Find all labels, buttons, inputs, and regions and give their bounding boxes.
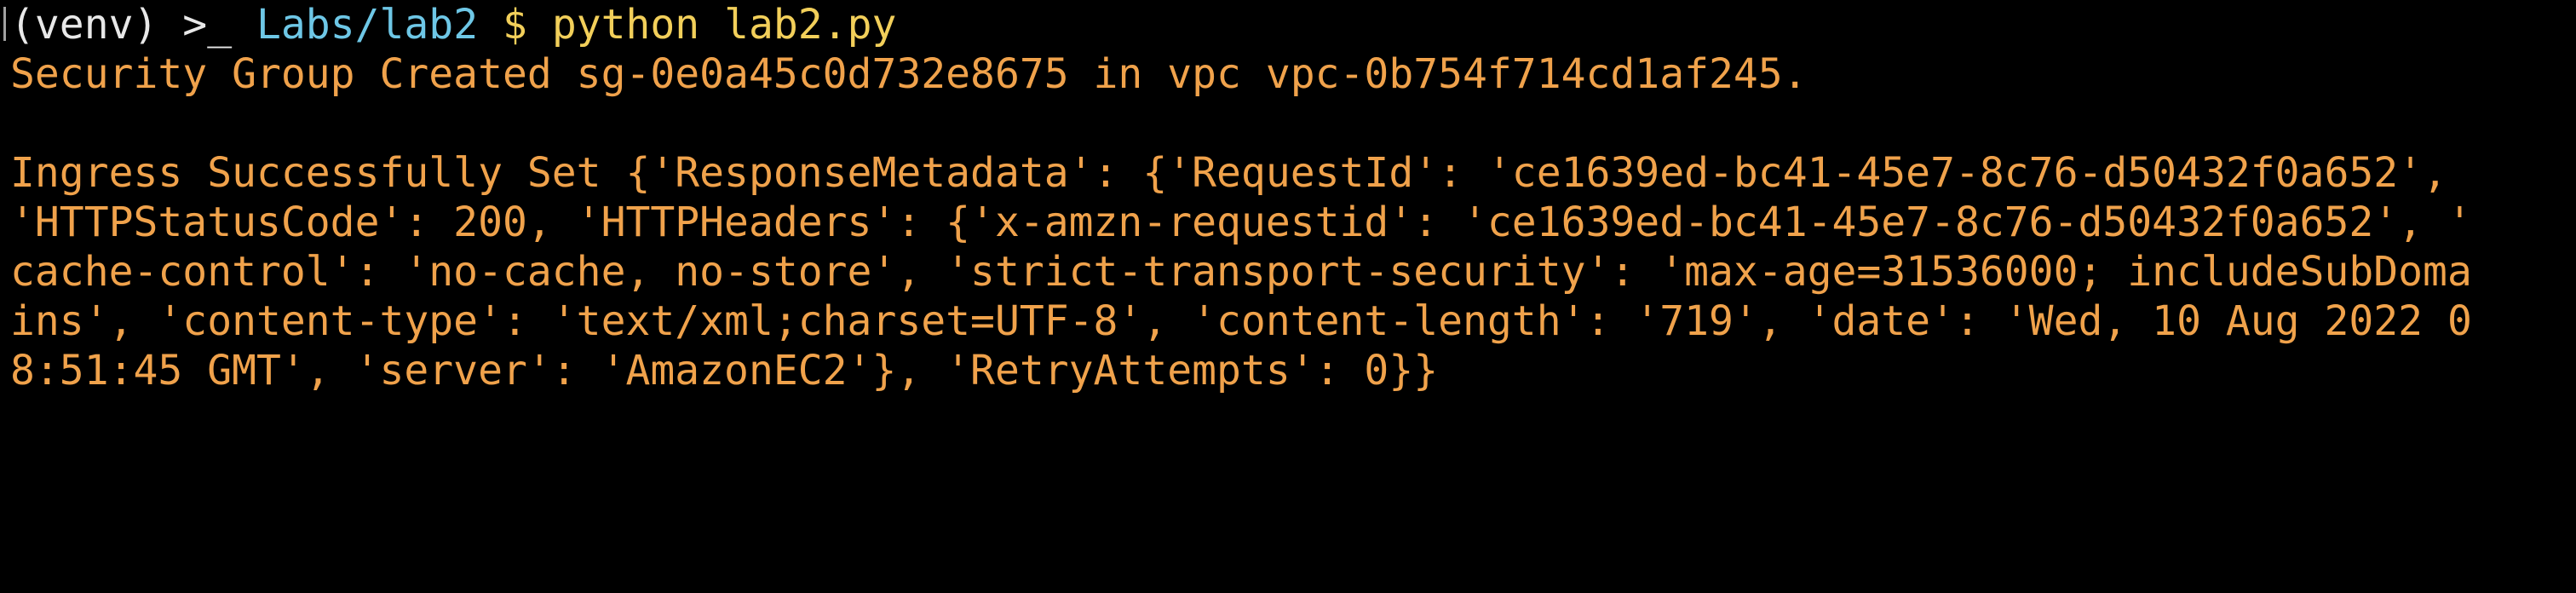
prompt-dollar: $ [503,1,527,49]
prompt-icon: >_ [182,1,233,49]
output-line-ingress-cont-1: 'HTTPStatusCode': 200, 'HTTPHeaders': {'… [10,199,2472,246]
output-line-ingress-cont-2: cache-control': 'no-cache, no-store', 's… [10,248,2472,296]
output-line-ingress-cont-3: ins', 'content-type': 'text/xml;charset=… [10,297,2472,345]
output-line-ingress-cont-4: 8:51:45 GMT', 'server': 'AmazonEC2'}, 'R… [10,347,1439,394]
terminal-window[interactable]: (venv) >_ Labs/lab2 $ python lab2.py Sec… [0,0,2576,404]
venv-indicator: (venv) [10,1,158,49]
output-line-security-group: Security Group Created sg-0e0a45c0d732e8… [10,50,1808,98]
command-text: python lab2.py [551,1,897,49]
output-line-ingress: Ingress Successfully Set {'ResponseMetad… [10,149,2447,197]
cursor-marker [3,7,6,41]
command-prompt-line: (venv) >_ Labs/lab2 $ python lab2.py [10,0,896,49]
current-directory: Labs/lab2 [256,1,479,49]
